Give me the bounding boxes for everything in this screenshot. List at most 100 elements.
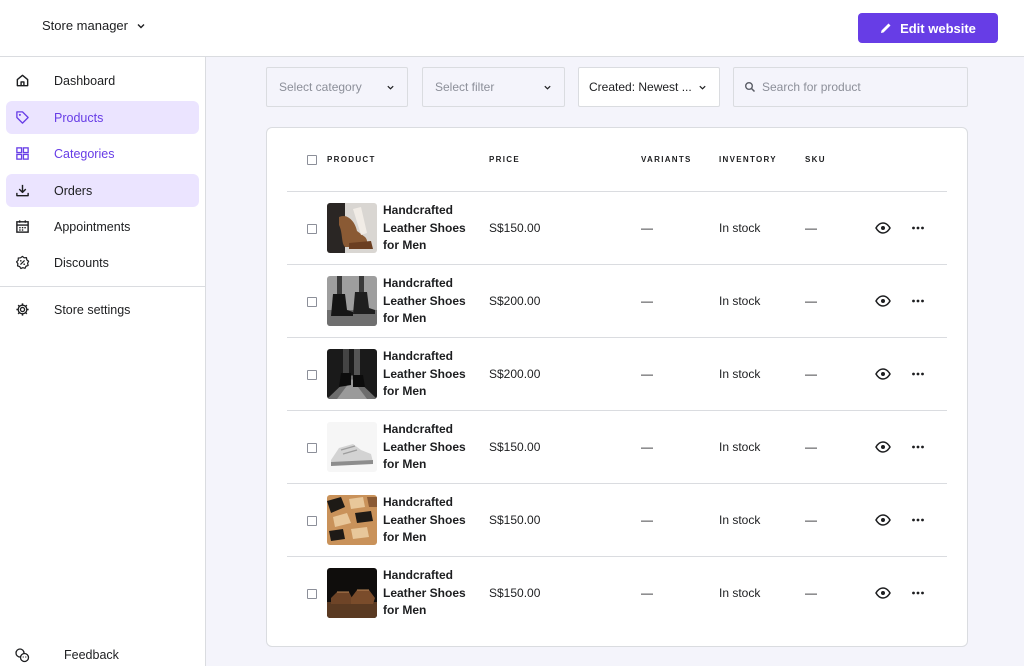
more-options-icon[interactable] <box>910 366 926 382</box>
product-variants: — <box>641 440 653 454</box>
eye-icon[interactable] <box>875 220 891 236</box>
eye-icon[interactable] <box>875 585 891 601</box>
product-name[interactable]: Handcrafted Leather Shoes for Men <box>383 421 473 474</box>
edit-website-button[interactable]: Edit website <box>858 13 998 43</box>
chevron-down-icon <box>137 23 145 28</box>
product-thumbnail <box>327 422 377 472</box>
sidebar-item-label: Dashboard <box>54 74 116 88</box>
feedback-label: Feedback <box>64 648 119 662</box>
discount-icon <box>15 255 30 270</box>
sidebar-item-label: Discounts <box>54 256 109 270</box>
product-thumbnail <box>327 349 377 399</box>
category-select[interactable]: Select category <box>266 67 408 107</box>
sidebar-item-dashboard[interactable]: Dashboard <box>6 64 199 97</box>
sidebar-item-orders[interactable]: Orders <box>6 174 199 207</box>
product-inventory: In stock <box>719 367 761 381</box>
product-price: S$150.00 <box>489 440 541 454</box>
search-placeholder: Search for product <box>762 80 861 94</box>
column-header-variants: VARIANTS <box>641 155 692 164</box>
search-input[interactable]: Search for product <box>733 67 968 107</box>
product-name[interactable]: Handcrafted Leather Shoes for Men <box>383 275 473 328</box>
row-checkbox[interactable] <box>307 224 317 234</box>
pencil-icon <box>881 23 891 33</box>
category-placeholder: Select category <box>279 80 362 94</box>
product-variants: — <box>641 586 653 600</box>
calendar-icon <box>15 219 30 234</box>
row-checkbox[interactable] <box>307 589 317 599</box>
chevron-down-icon <box>544 85 551 90</box>
product-name[interactable]: Handcrafted Leather Shoes for Men <box>383 202 473 255</box>
table-row[interactable]: Handcrafted Leather Shoes for Men S$150.… <box>287 191 947 264</box>
product-sku: — <box>805 367 817 381</box>
table-row[interactable]: Handcrafted Leather Shoes for Men S$200.… <box>287 264 947 337</box>
row-checkbox[interactable] <box>307 443 317 453</box>
product-price: S$200.00 <box>489 294 541 308</box>
sidebar-item-discounts[interactable]: Discounts <box>6 246 199 279</box>
more-options-icon[interactable] <box>910 439 926 455</box>
table-row[interactable]: Handcrafted Leather Shoes for Men S$150.… <box>287 410 947 483</box>
sidebar-item-label: Products <box>54 111 104 125</box>
top-bar: Store manager Edit website <box>0 0 1024 57</box>
feedback-button[interactable]: Feedback <box>14 647 194 665</box>
eye-icon[interactable] <box>875 512 891 528</box>
filter-select[interactable]: Select filter <box>422 67 565 107</box>
product-thumbnail <box>327 203 377 253</box>
column-header-inventory: INVENTORY <box>719 155 777 164</box>
search-icon <box>745 82 756 93</box>
product-name[interactable]: Handcrafted Leather Shoes for Men <box>383 494 473 547</box>
row-checkbox[interactable] <box>307 297 317 307</box>
sort-label: Created: <box>589 80 636 94</box>
sort-select[interactable]: Created: Newest ... <box>578 67 720 107</box>
more-options-icon[interactable] <box>910 512 926 528</box>
more-options-icon[interactable] <box>910 585 926 601</box>
product-variants: — <box>641 294 653 308</box>
product-name[interactable]: Handcrafted Leather Shoes for Men <box>383 348 473 401</box>
column-header-sku: SKU <box>805 155 826 164</box>
sidebar-item-products[interactable]: Products <box>6 101 199 134</box>
select-all-checkbox[interactable] <box>307 155 317 165</box>
eye-icon[interactable] <box>875 439 891 455</box>
product-thumbnail <box>327 495 377 545</box>
grid-icon <box>15 146 30 161</box>
sort-value: Newest ... <box>638 80 692 94</box>
product-variants: — <box>641 513 653 527</box>
download-icon <box>15 183 30 198</box>
product-price: S$200.00 <box>489 367 541 381</box>
product-inventory: In stock <box>719 221 761 235</box>
product-sku: — <box>805 221 817 235</box>
sidebar-item-appointments[interactable]: Appointments <box>6 210 199 243</box>
product-name[interactable]: Handcrafted Leather Shoes for Men <box>383 567 473 620</box>
filter-placeholder: Select filter <box>435 80 495 94</box>
column-header-product: PRODUCT <box>327 155 376 164</box>
products-table: PRODUCT PRICE VARIANTS INVENTORY SKU Han… <box>266 127 968 647</box>
eye-icon[interactable] <box>875 366 891 382</box>
product-sku: — <box>805 440 817 454</box>
tag-icon <box>15 110 30 125</box>
sidebar-item-categories[interactable]: Categories <box>6 137 199 170</box>
more-options-icon[interactable] <box>910 293 926 309</box>
sidebar-item-store-settings[interactable]: Store settings <box>6 293 199 326</box>
product-price: S$150.00 <box>489 586 541 600</box>
sidebar-item-label: Orders <box>54 184 93 198</box>
chevron-down-icon <box>387 85 394 90</box>
product-price: S$150.00 <box>489 513 541 527</box>
edit-website-label: Edit website <box>900 20 976 36</box>
table-row[interactable]: Handcrafted Leather Shoes for Men S$150.… <box>287 556 947 629</box>
row-checkbox[interactable] <box>307 516 317 526</box>
product-inventory: In stock <box>719 586 761 600</box>
product-thumbnail <box>327 276 377 326</box>
more-options-icon[interactable] <box>910 220 926 236</box>
table-row[interactable]: Handcrafted Leather Shoes for Men S$200.… <box>287 337 947 410</box>
row-checkbox[interactable] <box>307 370 317 380</box>
product-inventory: In stock <box>719 294 761 308</box>
product-variants: — <box>641 367 653 381</box>
store-switcher[interactable]: Store manager <box>42 18 146 33</box>
sidebar-item-label: Appointments <box>54 220 131 234</box>
chevron-down-icon <box>699 85 706 90</box>
store-name: Store manager <box>42 18 128 33</box>
eye-icon[interactable] <box>875 293 891 309</box>
sidebar-item-label: Store settings <box>54 303 131 317</box>
table-row[interactable]: Handcrafted Leather Shoes for Men S$150.… <box>287 483 947 556</box>
product-inventory: In stock <box>719 440 761 454</box>
product-sku: — <box>805 294 817 308</box>
